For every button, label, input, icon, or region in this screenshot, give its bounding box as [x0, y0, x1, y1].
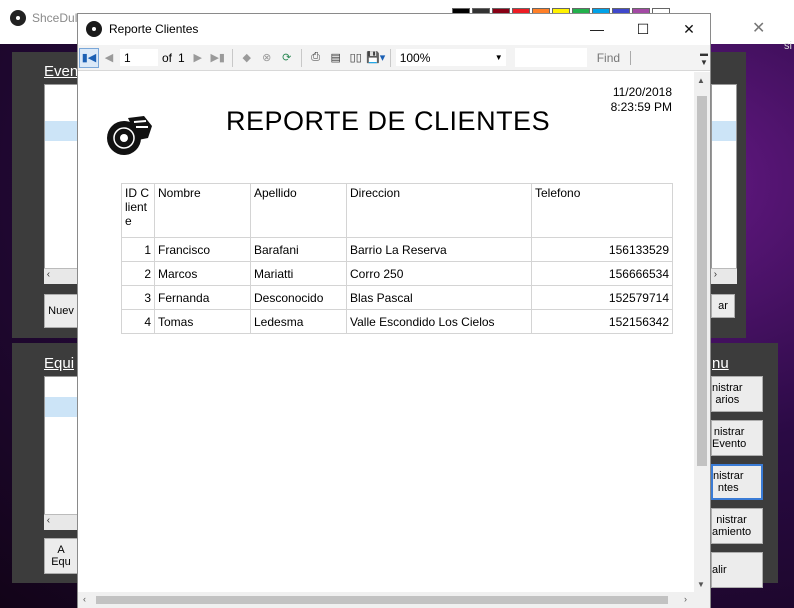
next-page-icon[interactable]: ▶: [188, 48, 208, 68]
cell-id: 3: [121, 285, 155, 310]
equipment-grid[interactable]: [44, 376, 78, 528]
current-page-input[interactable]: 1: [119, 48, 159, 67]
toolbar-overflow-icon[interactable]: ▬ ▼: [700, 49, 708, 67]
column-header-nombre: Nombre: [154, 183, 251, 238]
first-page-icon[interactable]: ▮◀: [79, 47, 99, 68]
cell-telefono: 152579714: [531, 285, 673, 310]
page-of-label: of: [162, 50, 173, 65]
scroll-left-icon[interactable]: ‹: [83, 594, 86, 604]
cell-apellido: Ledesma: [250, 309, 347, 334]
refresh-icon[interactable]: ⟳: [277, 48, 297, 68]
report-window: Reporte Clientes — ☐ ✕ ▮◀ ◀ 1 of 1 ▶ ▶▮ …: [77, 13, 711, 608]
table-row: 2 Marcos Mariatti Corro 250 156666534: [121, 261, 673, 286]
report-window-title: Reporte Clientes: [109, 22, 199, 36]
events-grid-scrollbar-right[interactable]: ›: [711, 268, 737, 284]
maximize-button[interactable]: ☐: [620, 14, 666, 44]
scroll-down-icon[interactable]: ▼: [697, 580, 705, 589]
cell-telefono: 152156342: [531, 309, 673, 334]
column-header-direccion: Direccion: [346, 183, 532, 238]
cell-id: 4: [121, 309, 155, 334]
app-disc-icon: [86, 21, 102, 37]
scroll-right-icon[interactable]: ›: [684, 594, 687, 604]
background-title: ShceDul: [10, 10, 77, 26]
app-disc-icon: [10, 10, 26, 26]
table-row: 3 Fernanda Desconocido Blas Pascal 15257…: [121, 285, 673, 310]
cell-apellido: Barafani: [250, 237, 347, 262]
manage-events-button[interactable]: nistrar Evento: [711, 420, 763, 456]
events-label: Even: [44, 63, 79, 80]
zoom-value: 100%: [399, 51, 431, 65]
cell-apellido: Desconocido: [250, 285, 347, 310]
previous-page-icon[interactable]: ◀: [99, 48, 119, 68]
cell-direccion: Corro 250: [346, 261, 532, 286]
chevron-down-icon: ▼: [494, 53, 503, 62]
back-icon[interactable]: ◆: [237, 48, 257, 68]
cell-nombre: Fernanda: [154, 285, 251, 310]
print-icon[interactable]: ⎙: [306, 48, 326, 68]
last-page-icon[interactable]: ▶▮: [208, 48, 228, 68]
cell-telefono: 156666534: [531, 261, 673, 286]
table-header-row: ID Cliente Nombre Apellido Direccion Tel…: [121, 183, 673, 238]
equipment-label: Equi: [44, 355, 75, 372]
report-toolbar: ▮◀ ◀ 1 of 1 ▶ ▶▮ ◆ ⊗ ⟳ ⎙ ▤ ▯▯ 💾▾ 100% ▼ F…: [78, 45, 710, 71]
report-window-titlebar[interactable]: Reporte Clientes — ☐ ✕: [78, 14, 710, 44]
column-header-id: ID Cliente: [121, 183, 155, 238]
page-total: 1: [178, 50, 185, 65]
cell-nombre: Tomas: [154, 309, 251, 334]
cell-id: 1: [121, 237, 155, 262]
equipment-grid-scrollbar[interactable]: ‹: [44, 514, 78, 530]
zoom-select[interactable]: 100% ▼: [394, 48, 507, 67]
event-action-button[interactable]: ar: [711, 294, 735, 318]
report-horizontal-scrollbar[interactable]: ‹ ›: [78, 592, 710, 608]
cell-direccion: Valle Escondido Los Cielos: [346, 309, 532, 334]
scroll-up-icon[interactable]: ▲: [697, 76, 705, 85]
stop-icon[interactable]: ⊗: [257, 48, 277, 68]
cell-apellido: Mariatti: [250, 261, 347, 286]
manage-users-button[interactable]: nistrar arios: [711, 376, 763, 412]
cell-telefono: 156133529: [531, 237, 673, 262]
report-page: 11/20/2018 8:23:59 PM REPORTE DE CLIENTE…: [78, 72, 694, 592]
find-input[interactable]: [514, 48, 587, 67]
clients-table: ID Cliente Nombre Apellido Direccion Tel…: [121, 183, 673, 334]
add-equipment-button[interactable]: A Equ: [44, 538, 78, 574]
exit-button[interactable]: alir: [711, 552, 763, 588]
cell-id: 2: [121, 261, 155, 286]
vertical-scroll-thumb[interactable]: [697, 96, 707, 466]
report-logo-icon: [107, 116, 152, 155]
manage-equipment-button[interactable]: nistrar amiento: [711, 508, 763, 544]
cell-nombre: Marcos: [154, 261, 251, 286]
menu-label: nu: [712, 355, 729, 372]
cell-direccion: Barrio La Reserva: [346, 237, 532, 262]
right-edge-text: si: [784, 40, 792, 52]
report-title: REPORTE DE CLIENTES: [226, 106, 551, 136]
minimize-button[interactable]: —: [574, 14, 620, 44]
cell-nombre: Francisco: [154, 237, 251, 262]
find-button[interactable]: Find: [597, 51, 620, 65]
events-grid-right[interactable]: [711, 84, 737, 284]
print-layout-icon[interactable]: ▤: [326, 48, 346, 68]
manage-clients-button[interactable]: nistrar ntes: [711, 464, 763, 500]
export-icon[interactable]: 💾▾: [366, 48, 386, 68]
report-time: 8:23:59 PM: [610, 100, 672, 114]
report-vertical-scrollbar[interactable]: ▲ ▼: [694, 72, 710, 592]
column-header-telefono: Telefono: [531, 183, 673, 238]
table-row: 1 Francisco Barafani Barrio La Reserva 1…: [121, 237, 673, 262]
events-grid-scrollbar[interactable]: ‹: [44, 268, 78, 284]
events-grid[interactable]: [44, 84, 78, 284]
background-title-text: ShceDul: [32, 11, 78, 25]
horizontal-scroll-thumb[interactable]: [96, 596, 668, 604]
table-row: 4 Tomas Ledesma Valle Escondido Los Ciel…: [121, 309, 673, 334]
new-event-button[interactable]: Nuev: [44, 294, 78, 328]
report-datetime: 11/20/2018 8:23:59 PM: [611, 85, 672, 115]
close-button[interactable]: ✕: [666, 14, 712, 44]
report-date: 11/20/2018: [612, 85, 672, 99]
background-close-icon[interactable]: ✕: [752, 18, 765, 38]
page-setup-icon[interactable]: ▯▯: [346, 48, 366, 68]
column-header-apellido: Apellido: [250, 183, 347, 238]
cell-direccion: Blas Pascal: [346, 285, 532, 310]
